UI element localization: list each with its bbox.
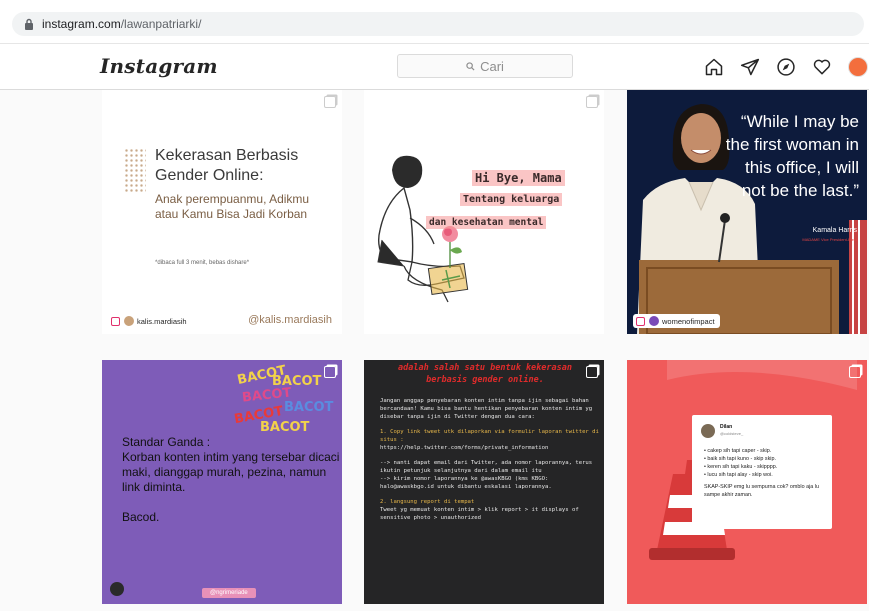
post-line-2: Tentang keluarga: [460, 193, 563, 206]
post-note: *dibaca full 3 menit, bebas dishare*: [155, 260, 250, 266]
post-line-1: Standar Ganda :: [122, 435, 211, 449]
quote-author: Kamala Harris: [812, 227, 857, 234]
tagged-user-badge[interactable]: womenofimpact: [633, 314, 720, 328]
post-line-3: Bacod.: [122, 510, 160, 524]
instagram-logo[interactable]: Instagram: [100, 54, 218, 78]
post-kamala-harris-quote[interactable]: “While I may be the first woman in this …: [627, 90, 867, 334]
address-bar[interactable]: instagram.com/lawanpatriarki/: [12, 12, 864, 36]
search-icon: [466, 61, 475, 71]
tweet-footer: SKAP-SKIP emg lu sempurna cok? omblo aja…: [704, 484, 819, 498]
report-url: https://help.twitter.com/forms/private_i…: [380, 444, 549, 451]
post-kekerasan-berbasis-gender[interactable]: Kekerasan Berbasis Gender Online: Anak p…: [102, 90, 342, 334]
post-skap-skip-tweet[interactable]: Dilan @coldsteve_ • cakep sih tapi caper…: [627, 360, 867, 604]
tweet-card: Dilan @coldsteve_ • cakep sih tapi caper…: [692, 415, 832, 529]
dot-pattern: [124, 148, 146, 192]
direct-message-icon[interactable]: [738, 55, 762, 79]
browser-bar: instagram.com/lawanpatriarki/: [0, 0, 869, 44]
post-line-1: Hi Bye, Mama: [472, 170, 565, 186]
url-domain: instagram.com: [42, 17, 121, 31]
nav-icons: [702, 55, 869, 79]
post-subtitle: Anak perempuanmu, Adikmu atau Kamu Bisa …: [155, 192, 310, 221]
tweet-item: • lucu sih tapi alay - skip woi.: [704, 472, 773, 478]
instagram-header: Instagram Cari: [0, 44, 869, 90]
instagram-tag-icon: [636, 316, 645, 326]
post-body: Standar Ganda : Korban konten intim yang…: [122, 435, 342, 525]
tweet-item: • keren sih tapi kaku - skipppp.: [704, 464, 778, 470]
post-paragraph: Jangan anggap penyebaran konten intim ta…: [380, 398, 593, 420]
instagram-tag-icon: [111, 316, 120, 326]
avatar: [848, 57, 868, 77]
step-2-note: Tweet yg memuat konten intim > klik repo…: [380, 507, 579, 521]
quote-text: “While I may be the first woman in this …: [725, 112, 859, 200]
tagged-user-avatar: [124, 316, 134, 326]
tagged-username: kalis.mardiasih: [137, 316, 187, 326]
tweet-item: • baik sih tapi kuno - skip skip.: [704, 456, 776, 462]
explore-icon[interactable]: [774, 55, 798, 79]
tagged-user-badge[interactable]: kalis.mardiasih: [108, 314, 192, 328]
post-line-2: Korban konten intim yang tersebar dicaci…: [122, 450, 340, 494]
step-1: 1. Copy link tweet utk dilaporkan via fo…: [380, 429, 599, 443]
lock-icon: [25, 18, 33, 30]
post-hi-bye-mama[interactable]: Hi Bye, Mama Tentang keluarga dan keseha…: [364, 90, 604, 334]
tweet-avatar: [701, 424, 715, 438]
boy-sketch-illustration: [377, 155, 469, 303]
tweet-item: • cakep sih tapi caper - skip.: [704, 448, 772, 454]
tweet-author: Dilan: [720, 424, 733, 430]
activity-heart-icon[interactable]: [810, 55, 834, 79]
step-1-note-a: --> nanti dapat email dari Twitter, ada …: [380, 460, 593, 475]
post-body: Jangan anggap penyebaran konten intim ta…: [380, 398, 600, 523]
tagged-user-avatar: [649, 316, 659, 326]
post-line-3: dan kesehatan mental: [426, 216, 547, 229]
bacot-sticker: BACOT: [284, 400, 334, 415]
post-watermark: @kalis.mardiasih: [248, 314, 332, 326]
post-handle: @ngrimeriade: [202, 588, 256, 598]
step-1-note-b: --> kirim nomor laporannya ke @awasKBGO …: [380, 475, 552, 490]
quote-author-role: MADAME Vice President-Elect: [802, 237, 857, 242]
profile-avatar[interactable]: [846, 55, 869, 79]
home-icon[interactable]: [702, 55, 726, 79]
user-icon: [110, 582, 124, 596]
post-kbgo-report-guide[interactable]: adalah salah satu bentuk kekerasan berba…: [364, 360, 604, 604]
step-2: 2. langsung report di tempat: [380, 499, 475, 506]
post-title: Kekerasan Berbasis Gender Online:: [155, 147, 299, 184]
search-placeholder: Cari: [480, 58, 504, 74]
tweet-handle: @coldsteve_: [720, 431, 744, 436]
post-standar-ganda[interactable]: BACOT BACOT BACOT BACOT BACOT BACOT Stan…: [102, 360, 342, 604]
multiple-images-icon: [324, 366, 336, 378]
url-path: /lawanpatriarki/: [120, 17, 202, 31]
multiple-images-icon: [324, 96, 336, 108]
bacot-sticker: BACOT: [260, 420, 310, 435]
search-input[interactable]: Cari: [397, 54, 573, 78]
tweet-body: • cakep sih tapi caper - skip. • baik si…: [704, 447, 830, 499]
post-headline: adalah salah satu bentuk kekerasan berba…: [398, 363, 572, 385]
tagged-username: womenofimpact: [662, 316, 715, 326]
